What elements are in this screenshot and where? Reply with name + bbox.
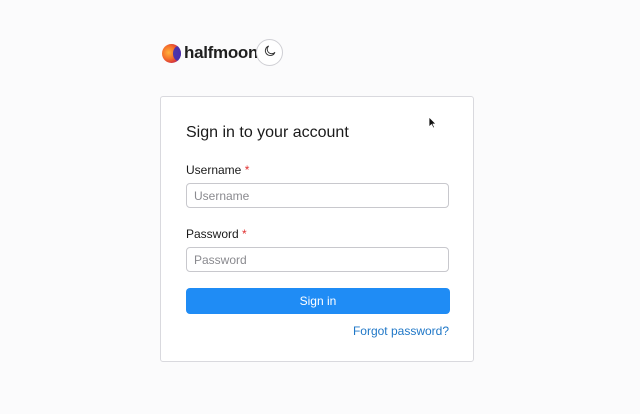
required-mark: * [244, 163, 250, 177]
forgot-password-link[interactable]: Forgot password? [353, 324, 449, 338]
sign-in-button[interactable]: Sign in [186, 288, 450, 314]
password-input[interactable] [186, 247, 449, 272]
mouse-cursor-icon [428, 116, 437, 134]
moon-icon [264, 44, 276, 62]
brand-name: halfmoon [184, 43, 259, 62]
card-title: Sign in to your account [186, 124, 349, 141]
password-label-text: Password [186, 227, 239, 241]
sign-in-card: Sign in to your account Username * Passw… [160, 96, 474, 362]
username-input[interactable] [186, 183, 449, 208]
brand[interactable]: halfmoon [162, 43, 258, 63]
password-label: Password * [186, 227, 247, 241]
halfmoon-logo-icon [162, 43, 181, 63]
username-label-text: Username [186, 163, 242, 177]
dark-mode-toggle-button[interactable] [256, 39, 283, 66]
required-mark: * [242, 227, 247, 241]
username-label: Username * [186, 163, 249, 177]
